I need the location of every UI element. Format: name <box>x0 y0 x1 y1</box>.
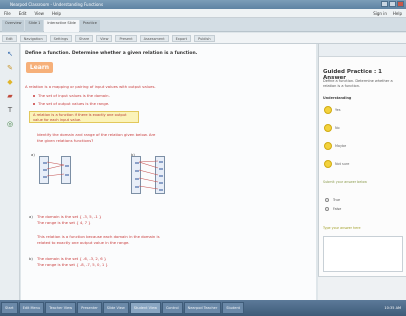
taskbar-student-view[interactable]: Student View <box>129 302 161 314</box>
choice-no[interactable]: No <box>335 126 340 130</box>
toolbar-export-button[interactable]: Export <box>171 35 192 42</box>
close-button[interactable] <box>397 1 404 7</box>
practice-panel: Guided Practice : 1 Answer Define a func… <box>318 44 406 300</box>
answer-textarea[interactable] <box>323 236 403 272</box>
taskbar-presenter[interactable]: Presenter <box>77 302 102 314</box>
input-hint: Type your answer here <box>323 226 361 230</box>
radio-false-label: False <box>333 207 342 211</box>
panel-header <box>319 44 406 57</box>
tab-overview[interactable]: Overview <box>2 20 25 32</box>
bullet-range: The set of output values is the range. <box>38 101 110 106</box>
toolbar-share-button[interactable]: Share <box>75 35 94 42</box>
taskbar-control[interactable]: Control <box>161 302 183 314</box>
choice-not-sure[interactable]: Not sure <box>335 162 349 166</box>
toolbar-present-button[interactable]: Present <box>115 35 137 42</box>
mapping-arrows-b <box>138 160 159 190</box>
tab-bar: Overview Slide 1 Interactive Slide Pract… <box>0 18 406 32</box>
taskbar-nearpod-teacher[interactable]: Nearpod Teacher <box>183 302 222 314</box>
definition-callout: A relation is a function if there is exa… <box>29 111 139 123</box>
mapping-diagram-b <box>131 156 175 196</box>
window-controls <box>381 1 404 7</box>
tab-interactive-slide[interactable]: Interactive Slide <box>44 20 79 32</box>
highlighter-icon[interactable]: ◆ <box>6 78 14 86</box>
mapping-diagram-a <box>39 156 79 186</box>
taskbar-teacher-view[interactable]: Teacher View <box>45 302 77 314</box>
tab-practice[interactable]: Practice <box>79 20 100 32</box>
slide-heading: Define a function. Determine whether a g… <box>25 51 198 56</box>
help-link[interactable]: Help <box>393 9 402 18</box>
menu-view[interactable]: View <box>34 9 44 17</box>
learn-badge: Learn <box>26 62 53 73</box>
menu-edit[interactable]: Edit <box>19 9 27 17</box>
minimize-button[interactable] <box>381 1 388 7</box>
sign-in-link[interactable]: Sign in <box>373 9 387 18</box>
tab-slide-1[interactable]: Slide 1 <box>25 20 44 32</box>
slide-document: Define a function. Determine whether a g… <box>21 44 316 300</box>
smiley-icon[interactable] <box>324 124 332 132</box>
question-line-1: Identify the domain and range of the rel… <box>37 132 156 137</box>
toolbar-assessment-button[interactable]: Assessment <box>139 35 169 42</box>
question-line-2: the given relations functions? <box>37 138 94 143</box>
pencil-icon[interactable]: ✎ <box>6 64 14 72</box>
shape-icon[interactable]: ◎ <box>6 120 14 128</box>
window-title: Nearpod Classroom - Understanding Functi… <box>10 2 104 7</box>
taskbar-edit-menu[interactable]: Edit Menu <box>18 302 45 314</box>
answer-a-function-1: This relation is a function because each… <box>37 234 160 239</box>
status-panel <box>318 276 406 300</box>
choice-yes[interactable]: Yes <box>335 108 340 112</box>
label-a: a) <box>31 152 35 157</box>
bullet-dot <box>33 95 35 97</box>
tool-sidebar: ↖ ✎ ◆ ▰ T ◎ <box>0 44 20 300</box>
toolbar-publish-button[interactable]: Publish <box>194 35 215 42</box>
smiley-icon[interactable] <box>324 142 332 150</box>
maximize-button[interactable] <box>389 1 396 7</box>
start-button[interactable]: Start <box>1 302 18 314</box>
label-a-answer: a) <box>29 214 33 219</box>
menu-file[interactable]: File <box>4 9 11 17</box>
smiley-icon[interactable] <box>324 160 332 168</box>
bullet-domain: The set of input values is the domain. <box>38 93 110 98</box>
smiley-icon[interactable] <box>324 106 332 114</box>
toolbar-navigation-button[interactable]: Navigation <box>19 35 47 42</box>
toolbar-edit-button[interactable]: Edit <box>2 35 17 42</box>
panel-section-label: Understanding <box>323 96 352 100</box>
toolbar: Edit Navigation Settings Share View Pres… <box>0 33 406 44</box>
bullet-dot <box>33 103 35 105</box>
intro-text: A relation is a mapping or pairing of in… <box>25 84 156 89</box>
menu-bar: File Edit View Help Sign in Help <box>0 9 406 18</box>
answer-a-range: The range is the set { 4, 7 } <box>37 220 91 225</box>
answer-b-domain: The domain is the set { -6, -3, 2, 6 } <box>37 256 107 261</box>
radio-true-label: True <box>333 198 341 202</box>
label-b-answer: b) <box>29 256 33 261</box>
menu-help[interactable]: Help <box>52 9 61 17</box>
choice-maybe[interactable]: Maybe <box>335 144 346 148</box>
taskbar: Start Edit Menu Teacher View Presenter S… <box>0 300 406 316</box>
answer-b-range: The range is the set { -8, -7, 5, 0, 1 } <box>37 262 108 267</box>
answer-a-function-2: related to exactly one output value in t… <box>37 240 130 245</box>
taskbar-student[interactable]: Student <box>222 302 245 314</box>
toolbar-view-button[interactable]: View <box>96 35 113 42</box>
answer-a-domain: The domain is the set { -3, 5, -1 } <box>37 214 102 219</box>
panel-subtitle: Define a function. Determine whether a r… <box>323 79 393 88</box>
toolbar-settings-button[interactable]: Settings <box>49 35 73 42</box>
radio-true[interactable] <box>325 198 329 202</box>
taskbar-slide-view[interactable]: Slide View <box>102 302 129 314</box>
window-titlebar: Nearpod Classroom - Understanding Functi… <box>0 0 406 9</box>
mapping-arrows-a <box>46 161 65 177</box>
arrow-icon[interactable]: ↖ <box>6 50 14 58</box>
radio-false[interactable] <box>325 207 329 211</box>
menu-right: Sign in Help <box>373 9 402 18</box>
eraser-icon[interactable]: ▰ <box>6 92 14 100</box>
text-icon[interactable]: T <box>6 106 14 114</box>
submit-link[interactable]: Submit your answer below <box>323 180 367 184</box>
clock: 10:35 AM <box>384 306 401 310</box>
